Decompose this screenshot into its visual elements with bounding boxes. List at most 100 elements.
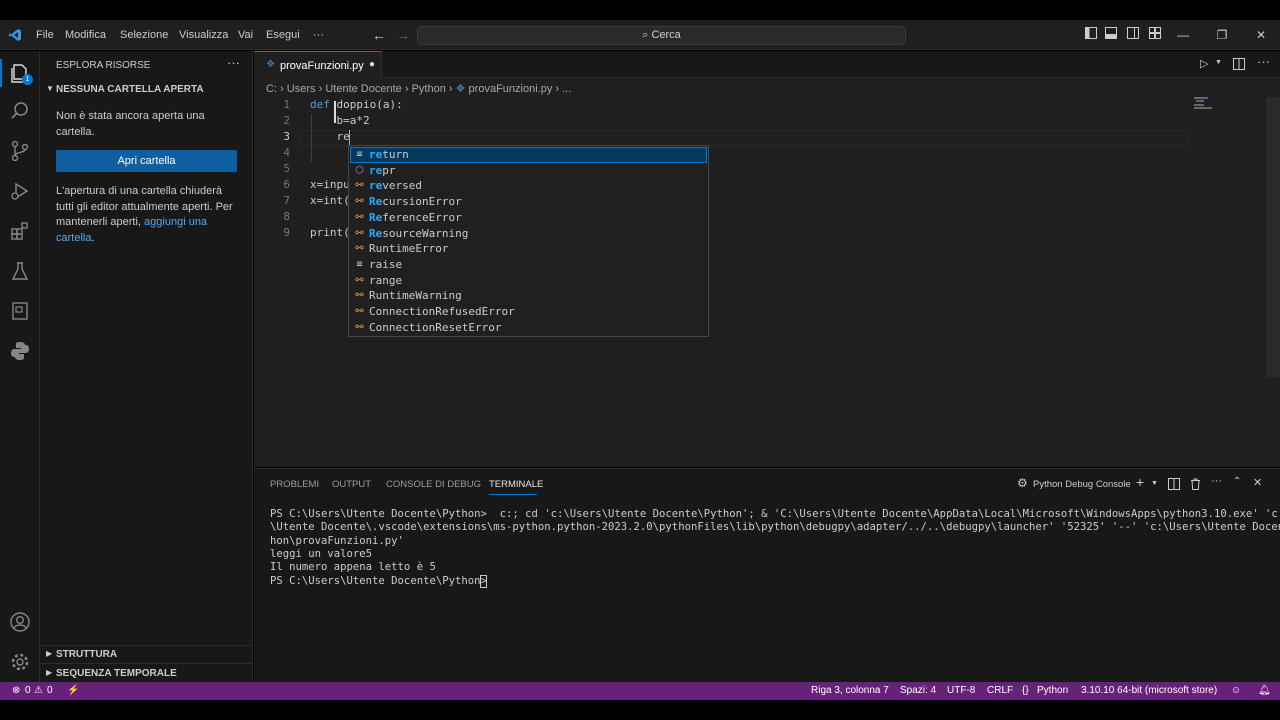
menu-more[interactable]: ··· (313, 20, 324, 50)
tab-terminale[interactable]: TERMINALE (489, 479, 543, 490)
suggestion-item[interactable]: ⚯ ConnectionRefusedError (350, 304, 707, 320)
python-icon[interactable] (8, 339, 32, 363)
toggle-secondary-sidebar-icon[interactable] (1125, 27, 1141, 43)
divider (40, 645, 252, 646)
search-view-icon[interactable] (8, 99, 32, 123)
suggestion-item[interactable]: ⚯ RuntimeError (350, 241, 707, 257)
editor-scrollbar[interactable] (1266, 97, 1280, 377)
debug-launch-icon[interactable]: ⚡ (67, 682, 79, 700)
error-count[interactable]: 0 (25, 682, 31, 700)
settings-gear-icon[interactable] (8, 650, 32, 674)
extensions-icon[interactable] (8, 219, 32, 243)
suggestion-item[interactable]: ⚯ ConnectionResetError (350, 320, 707, 336)
testing-flask-icon[interactable] (8, 259, 32, 283)
remote-explorer-icon[interactable] (8, 299, 32, 323)
suggestion-item[interactable]: ⚯ range (350, 273, 707, 289)
chevron-down-icon: ▼ (46, 84, 54, 93)
menu-esegui[interactable]: Esegui (266, 20, 300, 50)
suggestion-item[interactable]: ⬡ repr (350, 163, 707, 179)
editor-more-icon[interactable]: ··· (1257, 54, 1270, 69)
terminal-name[interactable]: Python Debug Console (1033, 479, 1131, 490)
breadcrumb-item[interactable]: Users (287, 83, 316, 95)
new-terminal-plus-icon[interactable]: + (1136, 474, 1144, 490)
menu-modifica[interactable]: Modifica (65, 20, 106, 50)
suggestion-item[interactable]: ⚯ RuntimeWarning (350, 288, 707, 304)
run-debug-icon[interactable] (8, 179, 32, 203)
suggestion-item[interactable]: ≡ return (350, 147, 707, 163)
restore-icon[interactable]: ❐ (1214, 27, 1230, 43)
suggestion-label: RecursionError (369, 195, 462, 209)
command-center-search[interactable]: ⌕ Cerca (417, 26, 906, 45)
menu-selezione[interactable]: Selezione (120, 20, 168, 50)
notifications-bell-icon[interactable]: 🔔︎ (1258, 682, 1271, 700)
code-text: def doppio(a): (310, 98, 403, 111)
menu-visualizza[interactable]: Visualizza (179, 20, 228, 50)
suggestion-label: ConnectionRefusedError (369, 305, 515, 318)
unsaved-dot-icon[interactable]: ● (369, 59, 375, 70)
suggestion-item[interactable]: ⚯ reversed (350, 178, 707, 194)
terminal-line: PS C:\Users\Utente Docente\Python> c:; c… (270, 508, 1280, 520)
python-file-icon: ❖ (455, 83, 466, 95)
suggestion-label: ReferenceError (369, 210, 462, 224)
class-icon: ⚯ (355, 274, 364, 286)
more-actions-icon[interactable]: ··· (227, 55, 240, 70)
explorer-icon[interactable]: 1 (8, 61, 33, 85)
braces-icon[interactable]: {} (1022, 682, 1029, 700)
timeline-section[interactable]: SEQUENZA TEMPORALE (56, 668, 177, 679)
run-dropdown-icon[interactable]: ▼ (1215, 59, 1222, 66)
warning-count[interactable]: 0 (47, 682, 53, 700)
more-actions-icon[interactable]: ··· (1211, 475, 1222, 487)
toggle-sidebar-icon[interactable] (1083, 27, 1099, 43)
account-icon[interactable] (8, 610, 32, 634)
suggestion-item[interactable]: ⚯ RecursionError (350, 194, 707, 210)
toggle-panel-icon[interactable] (1103, 27, 1119, 43)
class-icon: ⚯ (355, 306, 364, 317)
cursor-position[interactable]: Riga 3, colonna 7 (811, 682, 889, 700)
breadcrumb-item[interactable]: Utente Docente (325, 83, 401, 95)
tab-output[interactable]: OUTPUT (332, 479, 371, 490)
breadcrumb-item[interactable]: ... (562, 83, 571, 95)
mouse-ibeam-cursor (334, 101, 336, 123)
open-folder-button[interactable]: Apri cartella (56, 150, 237, 172)
tab-console-debug[interactable]: CONSOLE DI DEBUG (386, 479, 481, 490)
line-number: 6 (283, 178, 290, 191)
language-mode[interactable]: Python (1037, 682, 1068, 700)
split-terminal-icon[interactable] (1168, 478, 1180, 493)
encoding[interactable]: UTF-8 (947, 682, 975, 700)
breadcrumb-item[interactable]: provaFunzioni.py (469, 83, 553, 95)
suggestion-item[interactable]: ⚯ ReferenceError (350, 210, 707, 226)
warning-icon[interactable]: ⚠ (34, 682, 43, 700)
back-arrow-icon[interactable]: ← (372, 20, 386, 50)
chevron-up-icon[interactable]: ⌃ (1233, 476, 1241, 487)
feedback-icon[interactable]: ☺ (1231, 682, 1241, 700)
class-icon: ⚯ (355, 196, 364, 208)
trash-icon[interactable] (1190, 478, 1201, 493)
split-editor-icon[interactable] (1233, 58, 1245, 73)
tab-problemi[interactable]: PROBLEMI (270, 479, 319, 490)
suggestion-label: ConnectionResetError (369, 320, 502, 334)
suggestion-item[interactable]: ≡ raise (350, 257, 707, 273)
breadcrumb-item[interactable]: Python (412, 83, 446, 95)
code-text: x=inpu (310, 178, 350, 191)
no-folder-section-title[interactable]: NESSUNA CARTELLA APERTA (56, 84, 204, 95)
error-icon[interactable]: ⊗ (12, 682, 20, 700)
minimap[interactable] (1194, 97, 1224, 109)
run-file-icon[interactable]: ▷ (1200, 57, 1208, 70)
suggestion-item[interactable]: ⚯ ResourceWarning (350, 226, 707, 242)
close-panel-icon[interactable]: ✕ (1253, 476, 1262, 489)
minimize-icon[interactable]: — (1175, 27, 1191, 43)
tab-provafunzioni[interactable]: ❖ provaFunzioni.py ● (254, 51, 382, 79)
python-interpreter[interactable]: 3.10.10 64-bit (microsoft store) (1081, 682, 1217, 700)
menu-file[interactable]: File (36, 20, 54, 50)
menu-vai[interactable]: Vai (238, 20, 253, 50)
outline-section[interactable]: STRUTTURA (56, 649, 117, 660)
forward-arrow-icon[interactable]: → (396, 20, 410, 50)
customize-layout-icon[interactable] (1147, 27, 1163, 43)
debug-gear-icon: ⚙ (1017, 476, 1028, 490)
source-control-icon[interactable] (8, 139, 32, 163)
chevron-down-icon[interactable]: ▼ (1151, 480, 1158, 487)
indentation[interactable]: Spazi: 4 (900, 682, 936, 700)
close-window-icon[interactable]: ✕ (1253, 27, 1269, 43)
end-of-line[interactable]: CRLF (987, 682, 1013, 700)
breadcrumb-item[interactable]: C: (266, 83, 277, 95)
